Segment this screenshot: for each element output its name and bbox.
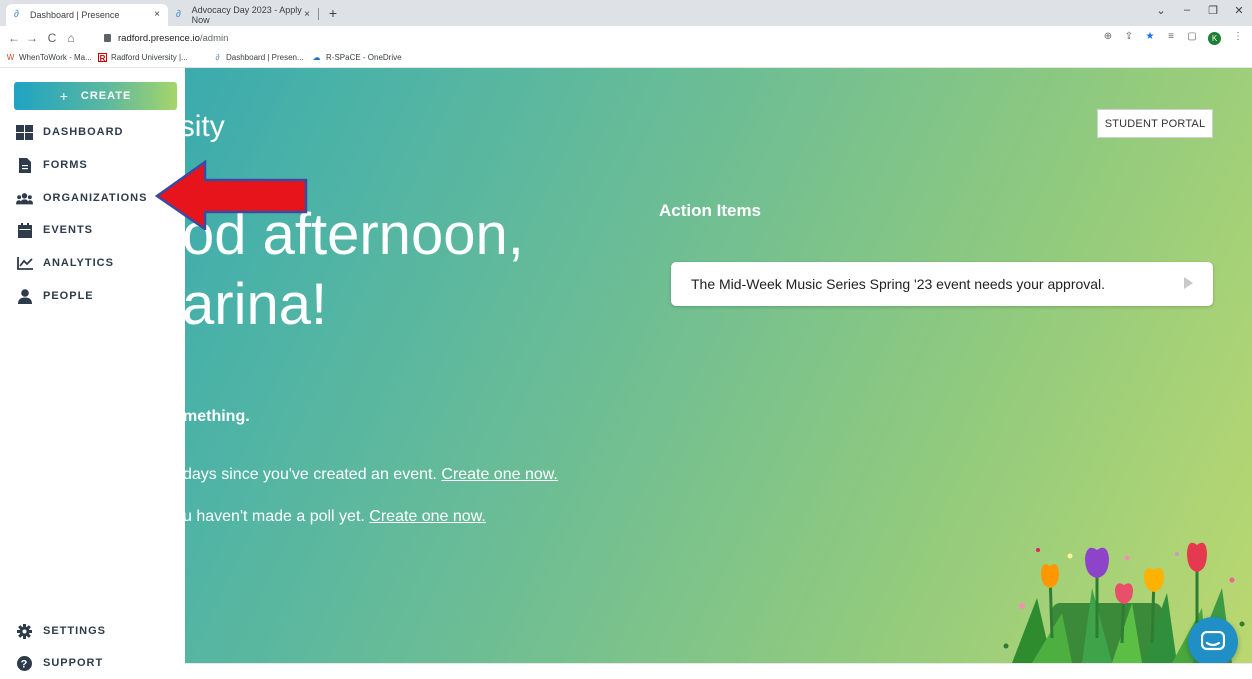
- sub-heading: mething.: [183, 408, 250, 425]
- share-icon[interactable]: ⇪: [1122, 31, 1136, 42]
- sidebar-item-label: PEOPLE: [43, 290, 94, 302]
- tab-title: Advocacy Day 2023 - Apply Now: [191, 5, 302, 25]
- profile-avatar[interactable]: K: [1208, 32, 1221, 45]
- sidebar-item-label: EVENTS: [43, 224, 94, 236]
- create-button[interactable]: + CREATE: [14, 82, 177, 110]
- reload-button[interactable]: C: [44, 29, 60, 47]
- sidebar-item-analytics[interactable]: ANALYTICS: [16, 253, 114, 273]
- sidebar-item-label: FORMS: [43, 159, 88, 171]
- presence-favicon-icon: ∂: [215, 53, 220, 62]
- sidebar-item-label: DASHBOARD: [43, 126, 124, 138]
- sidebar-item-people[interactable]: PEOPLE: [16, 286, 94, 306]
- url-path: /admin: [199, 32, 229, 44]
- side-panel-icon[interactable]: ▢: [1185, 31, 1199, 42]
- address-bar-row: ← → C ⌂ radford.presence.io/admin ⊕ ⇪ ★ …: [0, 26, 1252, 50]
- home-button[interactable]: ⌂: [63, 29, 79, 47]
- sidebar-item-label: ORGANIZATIONS: [43, 192, 148, 204]
- tab-search-chevron-icon[interactable]: ⌄: [1151, 4, 1171, 17]
- presence-favicon-icon: ∂: [176, 9, 181, 20]
- bookmark-whentowork[interactable]: W WhenToWork - Ma...: [6, 53, 92, 62]
- tab-separator: [318, 8, 319, 20]
- radford-icon: R: [98, 53, 107, 63]
- gear-icon: [16, 623, 33, 640]
- dashboard-icon: [16, 124, 33, 141]
- sidebar-item-forms[interactable]: FORMS: [16, 155, 88, 175]
- poll-prompt: u haven't made a poll yet. Create one no…: [183, 508, 486, 526]
- tab-close-icon[interactable]: ×: [154, 9, 160, 20]
- bookmark-star-icon[interactable]: ★: [1143, 31, 1157, 42]
- whentowork-icon: W: [6, 53, 15, 62]
- tab-dashboard-presence[interactable]: ∂ Dashboard | Presence ×: [6, 4, 168, 26]
- calendar-icon: [16, 222, 33, 239]
- create-label: CREATE: [80, 90, 132, 102]
- poll-prompt-text: u haven't made a poll yet.: [183, 508, 370, 525]
- help-icon: ?: [16, 655, 33, 672]
- bookmark-rspace[interactable]: ☁ R-SPaCE - OneDrive: [311, 53, 402, 62]
- person-icon: [16, 288, 33, 305]
- dashboard-hero: d University od afternoon, arina! methin…: [0, 68, 1252, 667]
- bookmarks-bar: W WhenToWork - Ma... R Radford Universit…: [0, 50, 1252, 68]
- tab-title: Dashboard | Presence: [30, 10, 120, 20]
- chart-icon: [16, 255, 33, 272]
- bookmark-label: Radford University |...: [111, 53, 188, 62]
- create-event-link[interactable]: Create one now.: [441, 466, 558, 483]
- sidebar-item-organizations[interactable]: ORGANIZATIONS: [16, 188, 147, 208]
- document-icon: [16, 157, 33, 174]
- restore-button[interactable]: ❐: [1203, 4, 1223, 17]
- window-close-button[interactable]: ✕: [1229, 4, 1249, 17]
- action-item-card[interactable]: The Mid-Week Music Series Spring '23 eve…: [671, 262, 1213, 306]
- browser-menu-icon[interactable]: ⋮: [1231, 31, 1245, 42]
- bookmark-label: Dashboard | Presen...: [226, 53, 304, 62]
- onedrive-icon: ☁: [312, 53, 321, 62]
- presence-admin-page: d University od afternoon, arina! methin…: [0, 68, 1252, 679]
- forward-button[interactable]: →: [24, 29, 40, 47]
- red-pointer-arrow-icon: [155, 160, 308, 230]
- url-host: radford.presence.io: [118, 32, 200, 44]
- users-icon: [16, 190, 33, 207]
- chat-icon: [1201, 631, 1225, 651]
- bookmark-label: WhenToWork - Ma...: [19, 53, 92, 62]
- minimize-button[interactable]: –: [1177, 4, 1197, 16]
- reading-list-icon[interactable]: ≡: [1164, 31, 1178, 42]
- browser-tab-bar: ∂ Dashboard | Presence × ∂ Advocacy Day …: [0, 0, 1252, 26]
- sidebar-item-support[interactable]: ? SUPPORT: [16, 653, 103, 673]
- back-button[interactable]: ←: [6, 29, 22, 47]
- action-items-heading: Action Items: [659, 201, 762, 220]
- lock-icon: [104, 34, 111, 42]
- event-prompt: days since you've created an event. Crea…: [183, 466, 558, 484]
- bookmark-label: R-SPaCE - OneDrive: [326, 53, 402, 62]
- sidebar-item-events[interactable]: EVENTS: [16, 220, 93, 240]
- sidebar-item-dashboard[interactable]: DASHBOARD: [16, 122, 124, 142]
- sidebar-item-label: ANALYTICS: [43, 257, 114, 269]
- bookmark-radford[interactable]: R Radford University |...: [98, 53, 188, 63]
- tab-close-icon[interactable]: ×: [304, 9, 310, 20]
- action-item-text: The Mid-Week Music Series Spring '23 eve…: [691, 276, 1106, 292]
- create-poll-link[interactable]: Create one now.: [369, 508, 486, 525]
- sidebar-item-label: SUPPORT: [43, 657, 104, 669]
- page-footer: [0, 663, 1252, 679]
- svg-text:?: ?: [21, 658, 29, 670]
- sidebar-item-label: SETTINGS: [43, 625, 107, 637]
- event-prompt-text: days since you've created an event.: [183, 466, 442, 483]
- student-portal-button[interactable]: STUDENT PORTAL: [1097, 109, 1213, 138]
- play-arrow-icon: [1184, 277, 1193, 289]
- zoom-icon[interactable]: ⊕: [1101, 31, 1115, 42]
- plus-icon: +: [59, 88, 69, 104]
- url-field[interactable]: radford.presence.io/admin: [104, 29, 228, 47]
- tab-advocacy-day[interactable]: ∂ Advocacy Day 2023 - Apply Now ×: [168, 4, 318, 26]
- presence-favicon-icon: ∂: [14, 9, 19, 20]
- new-tab-button[interactable]: +: [323, 4, 343, 22]
- bookmark-dashboard[interactable]: ∂ Dashboard | Presen...: [213, 53, 304, 62]
- chat-support-button[interactable]: [1188, 617, 1238, 667]
- sidebar-item-settings[interactable]: SETTINGS: [16, 621, 106, 641]
